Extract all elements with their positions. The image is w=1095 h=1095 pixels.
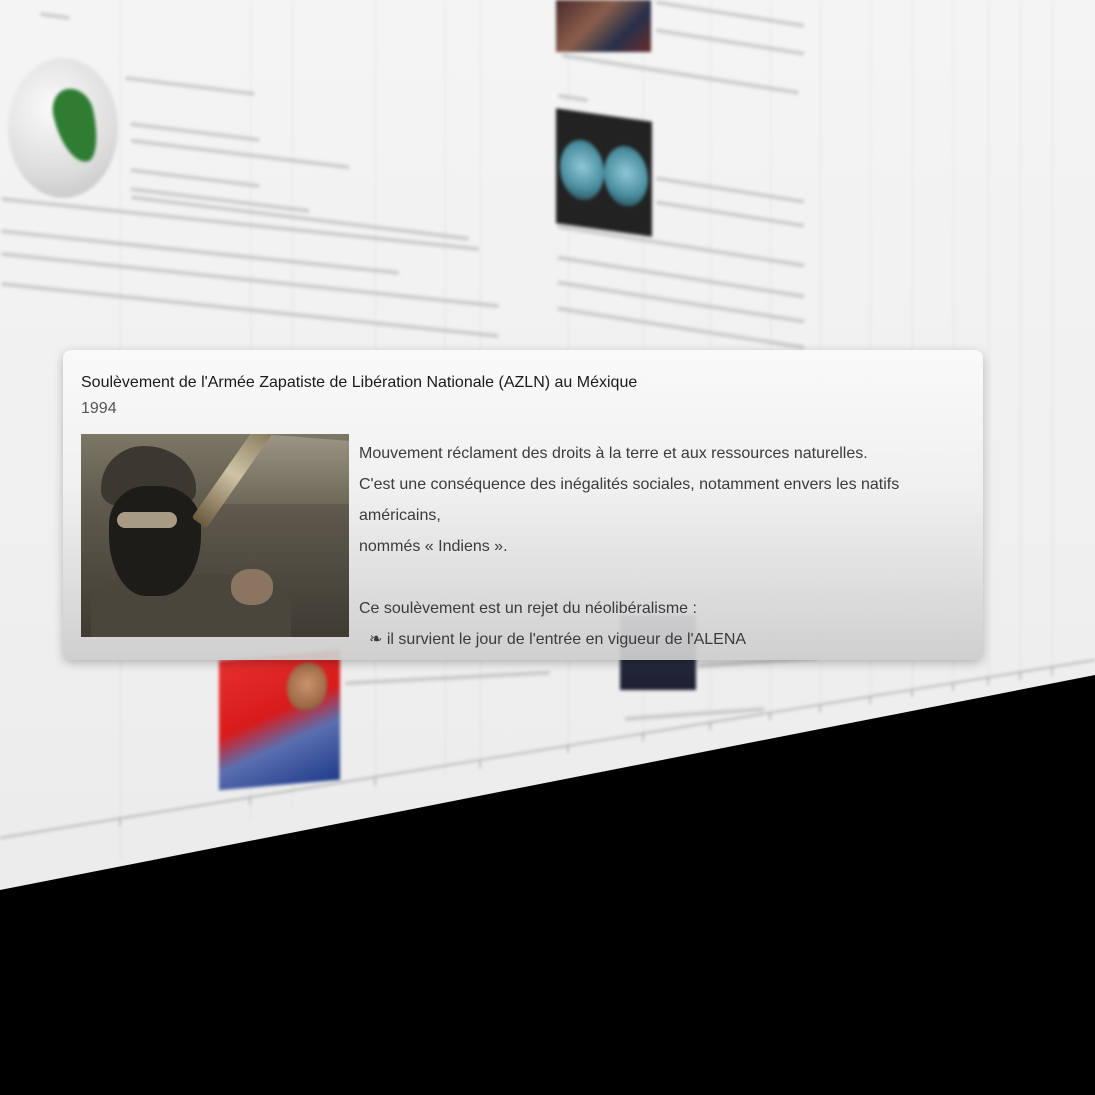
fleuron-bullet-icon: ❧ <box>369 631 383 648</box>
description-line: Mouvement réclament des droits à la terr… <box>359 445 868 462</box>
event-year: 1994 <box>81 400 117 417</box>
description-bullet: ❧ il survient le jour de l'entrée en vig… <box>359 624 959 655</box>
bullet-text: il survient le jour de l'entrée en vigue… <box>386 631 747 648</box>
photo-balaclava <box>109 486 201 596</box>
event-detail-popup[interactable]: Soulèvement de l'Armée Zapatiste de Libé… <box>63 350 983 660</box>
event-description: Mouvement réclament des droits à la terr… <box>359 438 959 655</box>
description-line: nommés « Indiens ». <box>359 538 508 555</box>
description-line: Ce soulèvement est un rejet du néolibéra… <box>359 600 697 617</box>
photo-eyes <box>117 512 177 528</box>
photo-hand <box>231 569 273 605</box>
event-title: Soulèvement de l'Armée Zapatiste de Libé… <box>81 374 638 391</box>
event-photo <box>81 434 349 637</box>
description-line: C'est une conséquence des inégalités soc… <box>359 476 900 524</box>
